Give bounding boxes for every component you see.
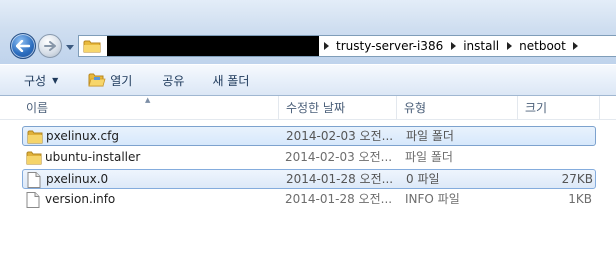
- new-folder-button[interactable]: 새 폴더: [204, 68, 257, 92]
- arrow-left-icon: [16, 40, 30, 52]
- share-button[interactable]: 공유: [154, 68, 192, 92]
- chevron-right-icon: [323, 42, 329, 50]
- open-folder-icon: [88, 73, 106, 87]
- forward-button[interactable]: [38, 34, 62, 58]
- file-row[interactable]: ubuntu-installer 2014-02-03 오전... 파일 폴더: [22, 148, 596, 168]
- file-type: 0 파일: [406, 172, 440, 186]
- column-divider[interactable]: [599, 96, 600, 120]
- file-date: 2014-02-03 오전...: [285, 150, 391, 164]
- file-icon: [27, 170, 43, 189]
- file-name: pxelinux.0: [46, 172, 109, 186]
- breadcrumb-separator[interactable]: [569, 36, 583, 56]
- folder-icon: [27, 127, 43, 146]
- file-date: 2014-01-28 오전...: [285, 192, 391, 206]
- column-header-date[interactable]: 수정한 날짜: [280, 96, 395, 120]
- column-divider[interactable]: [517, 96, 518, 120]
- file-row[interactable]: version.info 2014-01-28 오전... INFO 파일 1K…: [22, 190, 596, 210]
- file-size: 1KB: [568, 192, 592, 206]
- breadcrumb-trusty-server-i386[interactable]: trusty-server-i386: [333, 36, 446, 56]
- file-row[interactable]: pxelinux.0 2014-01-28 오전... 0 파일 27KB: [22, 169, 596, 189]
- breadcrumb-install[interactable]: install: [460, 36, 502, 56]
- folder-icon: [26, 148, 42, 167]
- chevron-right-icon: [573, 42, 579, 50]
- file-name: ubuntu-installer: [45, 150, 141, 164]
- breadcrumb-separator[interactable]: [319, 36, 333, 56]
- breadcrumb-netboot[interactable]: netboot: [516, 36, 569, 56]
- breadcrumb-separator[interactable]: [502, 36, 516, 56]
- breadcrumb-separator[interactable]: [446, 36, 460, 56]
- file-list: 이름 ▲ 수정한 날짜 유형 크기 pxelinux.cfg 2014-02-0…: [0, 96, 616, 267]
- file-date: 2014-01-28 오전...: [286, 172, 392, 186]
- file-size: [513, 127, 593, 147]
- file-type: 파일 폴더: [405, 150, 453, 164]
- back-button[interactable]: [10, 33, 36, 59]
- new-folder-label: 새 폴더: [212, 73, 250, 88]
- open-label: 열기: [110, 73, 133, 88]
- open-button[interactable]: 열기: [80, 68, 140, 92]
- file-type: INFO 파일: [405, 192, 460, 206]
- caret-down-icon: ▼: [52, 75, 59, 85]
- recent-locations-button[interactable]: [65, 42, 75, 52]
- file-type: 파일 폴더: [406, 129, 454, 143]
- organize-label: 구성: [24, 73, 47, 88]
- column-divider[interactable]: [396, 96, 397, 120]
- command-bar: 구성 ▼ 열기 공유 새 폴더: [0, 64, 616, 96]
- chevron-right-icon: [506, 42, 512, 50]
- folder-icon: [83, 38, 103, 54]
- share-label: 공유: [162, 73, 185, 88]
- column-header-row: 이름 ▲ 수정한 날짜 유형 크기: [0, 96, 616, 120]
- file-name: version.info: [45, 192, 116, 206]
- organize-button[interactable]: 구성 ▼: [16, 68, 66, 92]
- column-header-size[interactable]: 크기: [519, 96, 599, 120]
- file-size: [512, 148, 592, 168]
- file-size: 27KB: [561, 172, 593, 186]
- chevron-down-icon: [66, 44, 74, 50]
- file-name: pxelinux.cfg: [46, 129, 119, 143]
- column-header-type[interactable]: 유형: [398, 96, 518, 120]
- redacted-path: [107, 36, 319, 56]
- arrow-right-icon: [44, 41, 56, 51]
- sort-ascending-icon: ▲: [145, 96, 151, 104]
- file-row[interactable]: pxelinux.cfg 2014-02-03 오전... 파일 폴더: [22, 126, 596, 146]
- file-icon: [26, 190, 42, 209]
- file-date: 2014-02-03 오전...: [286, 129, 392, 143]
- column-divider[interactable]: [278, 96, 279, 120]
- chevron-right-icon: [450, 42, 456, 50]
- navigation-bar: trusty-server-i386 install netboot: [0, 0, 616, 64]
- address-bar[interactable]: trusty-server-i386 install netboot: [78, 35, 616, 57]
